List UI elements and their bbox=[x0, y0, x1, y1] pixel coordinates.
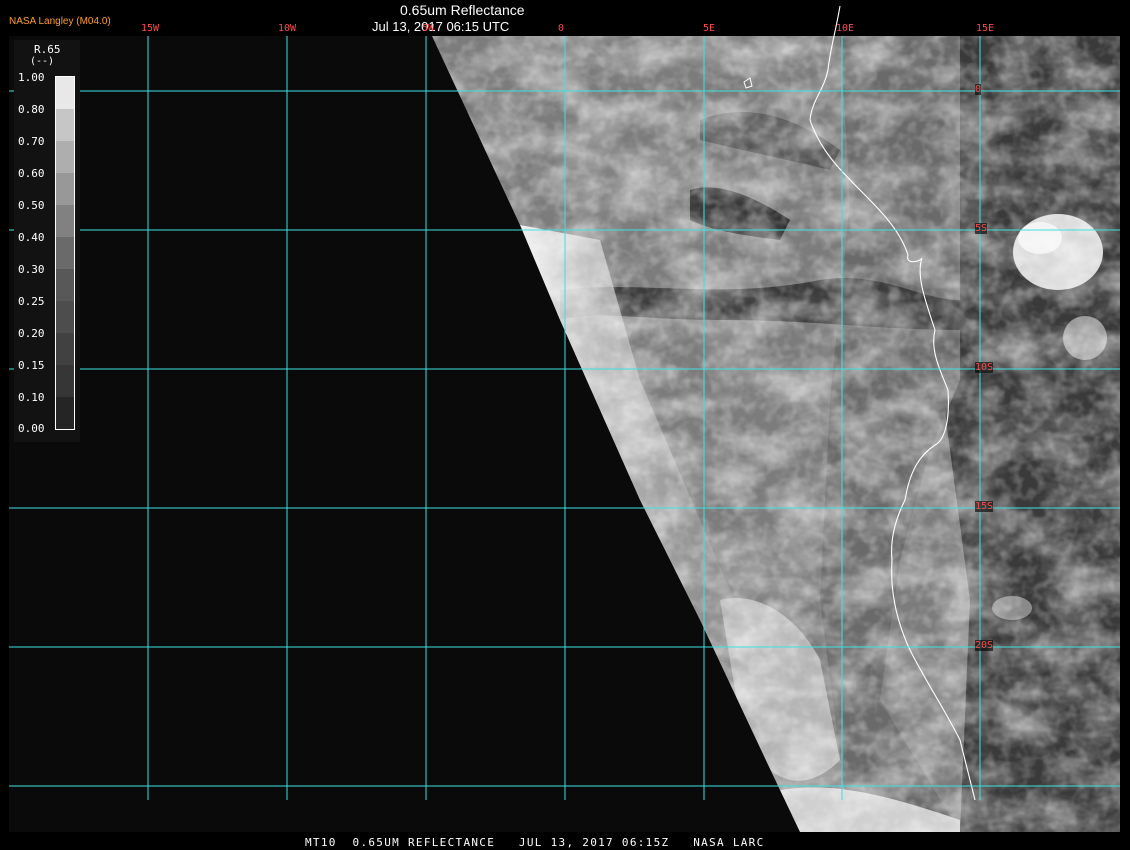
lat-label-15s: 15S bbox=[975, 501, 994, 512]
legend-tick: 0.50 bbox=[18, 199, 45, 212]
credit-label: NASA Langley (M04.0) bbox=[9, 16, 111, 27]
legend-tick: 0.70 bbox=[18, 135, 45, 148]
lon-label-10w: 10W bbox=[278, 23, 297, 34]
lat-label-20s: 20S bbox=[975, 640, 994, 651]
colorbar-legend: R.65 (--) 1.00 0.80 0.70 0.60 0.50 0.40 … bbox=[14, 40, 80, 442]
legend-tick: 0.25 bbox=[18, 295, 45, 308]
product-title: 0.65um Reflectance bbox=[400, 2, 525, 18]
lat-label-0: 0 bbox=[975, 84, 982, 95]
legend-tick: 0.00 bbox=[18, 422, 45, 435]
lon-label-5e: 5E bbox=[703, 23, 716, 34]
satellite-image-view: NASA Langley (M04.0) 0.65um Reflectance … bbox=[0, 0, 1130, 850]
legend-tick: 0.40 bbox=[18, 231, 45, 244]
legend-unit: (--) bbox=[30, 56, 55, 67]
legend-tick: 0.10 bbox=[18, 391, 45, 404]
lat-label-10s: 10S bbox=[975, 362, 994, 373]
timestamp-label: Jul 13, 2017 06:15 UTC bbox=[372, 19, 510, 34]
legend-frame bbox=[55, 76, 75, 430]
legend-tick: 0.60 bbox=[18, 167, 45, 180]
legend-tick: 0.30 bbox=[18, 263, 45, 276]
legend-tick: 1.00 bbox=[18, 71, 45, 84]
legend-tick: 0.20 bbox=[18, 327, 45, 340]
lat-label-5s: 5S bbox=[975, 223, 988, 234]
lon-label-5w: 5W bbox=[422, 23, 435, 34]
legend-variable-name: R.65 bbox=[34, 43, 61, 56]
lon-label-10e: 10E bbox=[836, 23, 855, 34]
legend-tick: 0.80 bbox=[18, 103, 45, 116]
footer-caption: MT10 0.65UM REFLECTANCE JUL 13, 2017 06:… bbox=[305, 836, 765, 849]
lon-label-15e: 15E bbox=[976, 23, 995, 34]
lon-label-15w: 15W bbox=[141, 23, 160, 34]
reflectance-map bbox=[9, 5, 1120, 832]
lon-label-0: 0 bbox=[558, 23, 565, 34]
legend-tick: 0.15 bbox=[18, 359, 45, 372]
